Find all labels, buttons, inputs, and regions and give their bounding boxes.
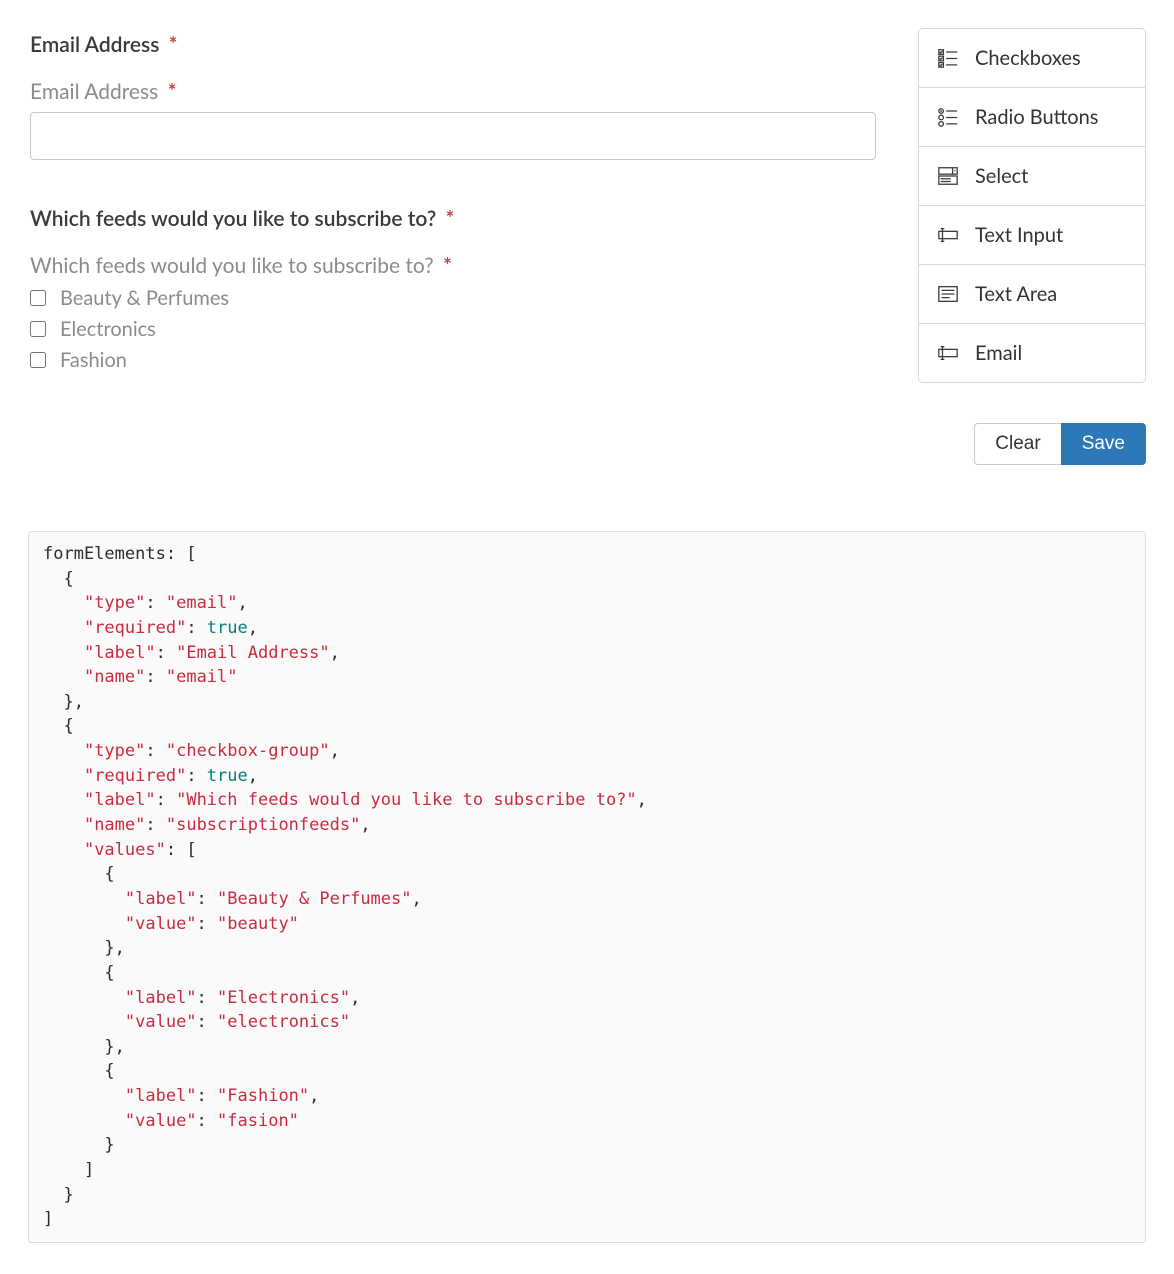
element-item-checkboxes[interactable]: Checkboxes [919, 29, 1145, 88]
code-key: "label" [125, 1086, 197, 1106]
email-input[interactable] [30, 112, 876, 160]
code-text: }, { [43, 1037, 125, 1106]
element-item-label: Radio Buttons [975, 105, 1098, 129]
field-title-text: Email Address [30, 32, 159, 57]
code-output: formElements: [ { "type": "email", "requ… [28, 531, 1146, 1243]
code-text: }, { [43, 938, 125, 1007]
field-block-email[interactable]: Email Address * Email Address * [28, 28, 878, 178]
code-key: "name" [84, 815, 145, 835]
code-key: "values" [84, 840, 166, 860]
element-item-label: Email [975, 341, 1022, 365]
code-string: "Fashion" [217, 1086, 309, 1106]
checkbox-option[interactable]: Electronics [30, 317, 876, 341]
required-mark: * [446, 206, 455, 231]
element-item-radio-buttons[interactable]: Radio Buttons [919, 88, 1145, 147]
required-mark: * [169, 32, 178, 57]
checkboxes-icon [937, 47, 959, 69]
code-bool: true [207, 618, 248, 638]
element-item-label: Select [975, 164, 1028, 188]
field-label-preview: Email Address * [30, 79, 876, 104]
radio-buttons-icon [937, 106, 959, 128]
field-title-text: Which feeds would you like to subscribe … [30, 206, 436, 231]
required-mark: * [443, 253, 452, 278]
field-title: Which feeds would you like to subscribe … [30, 206, 876, 231]
sidebar: Checkboxes Radio Buttons [918, 28, 1146, 465]
checkbox-input[interactable] [30, 352, 46, 368]
clear-button[interactable]: Clear [974, 423, 1060, 465]
code-key: "required" [84, 766, 186, 786]
code-bool: true [207, 766, 248, 786]
field-block-feeds[interactable]: Which feeds would you like to subscribe … [28, 202, 878, 397]
text-area-icon [937, 283, 959, 305]
form-canvas: Email Address * Email Address * Which fe… [28, 28, 878, 421]
element-item-label: Text Area [975, 282, 1057, 306]
text-input-icon [937, 224, 959, 246]
code-string: "electronics" [217, 1012, 350, 1032]
element-item-text-input[interactable]: Text Input [919, 206, 1145, 265]
code-string: "Electronics" [217, 988, 350, 1008]
element-item-text-area[interactable]: Text Area [919, 265, 1145, 324]
button-row: Clear Save [918, 423, 1146, 465]
code-string: "email" [166, 667, 238, 687]
checkbox-input[interactable] [30, 290, 46, 306]
code-key: "name" [84, 667, 145, 687]
code-key: "type" [84, 741, 145, 761]
required-mark: * [168, 79, 177, 104]
element-item-email[interactable]: Email [919, 324, 1145, 382]
field-label-preview-text: Which feeds would you like to subscribe … [30, 253, 434, 278]
code-text: } ] } ] [43, 1135, 115, 1229]
save-button[interactable]: Save [1061, 423, 1146, 465]
element-item-label: Checkboxes [975, 46, 1081, 70]
code-string: "email" [166, 593, 238, 613]
code-string: "subscriptionfeeds" [166, 815, 360, 835]
email-icon [937, 342, 959, 364]
checkbox-label: Fashion [60, 348, 127, 372]
code-string: "Which feeds would you like to subscribe… [176, 790, 637, 810]
code-string: "beauty" [217, 914, 299, 934]
element-item-label: Text Input [975, 223, 1063, 247]
code-text: }, { [43, 692, 84, 761]
code-string: "Email Address" [176, 643, 330, 663]
code-key: "value" [125, 1111, 197, 1131]
code-key: "label" [84, 643, 156, 663]
code-string: "Beauty & Perfumes" [217, 889, 411, 909]
field-label-preview: Which feeds would you like to subscribe … [30, 253, 876, 278]
code-string: "checkbox-group" [166, 741, 330, 761]
code-key: "value" [125, 914, 197, 934]
code-key: "label" [84, 790, 156, 810]
code-key: "type" [84, 593, 145, 613]
code-string: "fasion" [217, 1111, 299, 1131]
code-key: "required" [84, 618, 186, 638]
select-icon [937, 165, 959, 187]
checkbox-option[interactable]: Beauty & Perfumes [30, 286, 876, 310]
field-label-preview-text: Email Address [30, 79, 158, 104]
checkbox-label: Beauty & Perfumes [60, 286, 229, 310]
code-key: "value" [125, 1012, 197, 1032]
element-panel: Checkboxes Radio Buttons [918, 28, 1146, 383]
element-item-select[interactable]: Select [919, 147, 1145, 206]
checkbox-label: Electronics [60, 317, 156, 341]
code-key: "label" [125, 889, 197, 909]
code-key: "label" [125, 988, 197, 1008]
checkbox-option[interactable]: Fashion [30, 348, 876, 372]
checkbox-input[interactable] [30, 321, 46, 337]
field-title: Email Address * [30, 32, 876, 57]
